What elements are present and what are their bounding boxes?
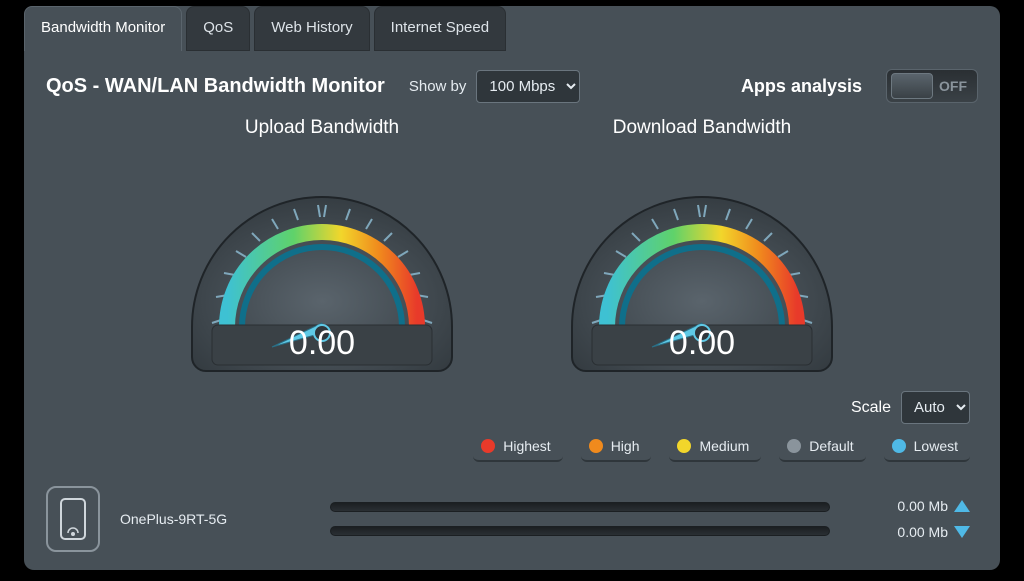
dot-highest bbox=[481, 439, 495, 453]
legend-medium: Medium bbox=[669, 434, 761, 462]
device-download-rate: 0.00 Mb bbox=[897, 524, 970, 540]
device-phone-icon bbox=[46, 486, 100, 552]
scale-row: Scale Auto bbox=[24, 387, 1000, 434]
download-arrow-icon bbox=[954, 526, 970, 538]
main-panel: Bandwidth Monitor QoS Web History Intern… bbox=[24, 6, 1000, 570]
scale-select[interactable]: Auto bbox=[901, 391, 970, 424]
legend-medium-label: Medium bbox=[699, 438, 749, 454]
dot-lowest bbox=[892, 439, 906, 453]
download-gauge-block: Download Bandwidth bbox=[552, 117, 852, 377]
tab-web-history[interactable]: Web History bbox=[254, 6, 369, 51]
upload-arrow-icon bbox=[954, 500, 970, 512]
tab-internet-speed[interactable]: Internet Speed bbox=[374, 6, 506, 51]
tab-bandwidth-monitor[interactable]: Bandwidth Monitor bbox=[24, 6, 182, 51]
device-rates: 0.00 Mb 0.00 Mb bbox=[850, 498, 970, 540]
download-gauge-value: 0.00 bbox=[552, 324, 852, 363]
show-by-select[interactable]: 100 Mbps bbox=[476, 70, 580, 103]
gauges-row: Upload Bandwidth bbox=[24, 117, 1000, 387]
show-by-control: Show by 100 Mbps bbox=[409, 70, 581, 103]
page-title: QoS - WAN/LAN Bandwidth Monitor bbox=[46, 75, 385, 98]
legend-high-label: High bbox=[611, 438, 640, 454]
legend-lowest-label: Lowest bbox=[914, 438, 958, 454]
device-row[interactable]: OnePlus-9RT-5G 0.00 Mb 0.00 Mb bbox=[24, 480, 1000, 570]
upload-gauge: 0.00 bbox=[172, 147, 472, 377]
download-gauge-title: Download Bandwidth bbox=[552, 117, 852, 139]
scale-label: Scale bbox=[851, 399, 891, 417]
legend-highest: Highest bbox=[473, 434, 562, 462]
apps-analysis-label: Apps analysis bbox=[741, 76, 862, 97]
legend-highest-label: Highest bbox=[503, 438, 550, 454]
legend-default-label: Default bbox=[809, 438, 853, 454]
device-upload-bar bbox=[330, 502, 830, 512]
header-row: QoS - WAN/LAN Bandwidth Monitor Show by … bbox=[24, 51, 1000, 117]
toggle-knob bbox=[891, 73, 933, 99]
upload-gauge-title: Upload Bandwidth bbox=[172, 117, 472, 139]
device-bars bbox=[330, 502, 830, 536]
device-name: OnePlus-9RT-5G bbox=[120, 511, 310, 527]
legend-high: High bbox=[581, 434, 652, 462]
apps-analysis-toggle[interactable]: OFF bbox=[886, 69, 978, 103]
device-upload-rate: 0.00 Mb bbox=[897, 498, 970, 514]
show-by-label: Show by bbox=[409, 78, 467, 95]
tab-bar: Bandwidth Monitor QoS Web History Intern… bbox=[24, 6, 1000, 51]
dot-high bbox=[589, 439, 603, 453]
tab-qos[interactable]: QoS bbox=[186, 6, 250, 51]
dot-medium bbox=[677, 439, 691, 453]
download-gauge: 0.00 bbox=[552, 147, 852, 377]
priority-legend: Highest High Medium Default Lowest bbox=[24, 434, 1000, 480]
upload-gauge-value: 0.00 bbox=[172, 324, 472, 363]
upload-gauge-block: Upload Bandwidth bbox=[172, 117, 472, 377]
toggle-state: OFF bbox=[939, 78, 967, 94]
dot-default bbox=[787, 439, 801, 453]
device-download-bar bbox=[330, 526, 830, 536]
legend-lowest: Lowest bbox=[884, 434, 970, 462]
legend-default: Default bbox=[779, 434, 865, 462]
